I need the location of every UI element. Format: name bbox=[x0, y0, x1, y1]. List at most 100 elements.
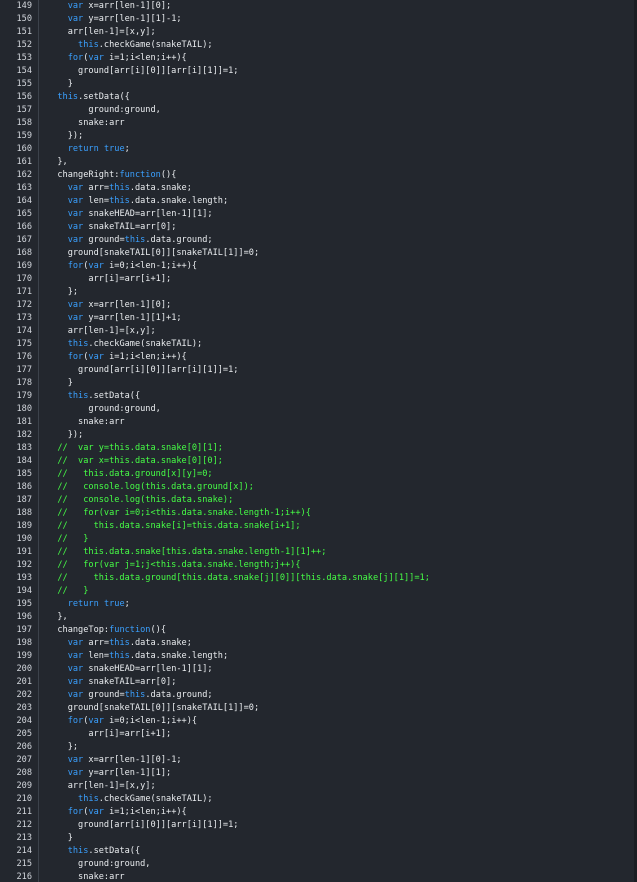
code-line[interactable]: 172 var x=arr[len-1][0]; bbox=[0, 299, 634, 312]
code-line[interactable]: 162 changeRight:function(){ bbox=[0, 169, 634, 182]
code-line[interactable]: 178 } bbox=[0, 377, 634, 390]
code-line[interactable]: 179 this.setData({ bbox=[0, 390, 634, 403]
line-code: // this.data.ground[this.data.snake[j][0… bbox=[47, 573, 430, 583]
code-line[interactable]: 188 // for(var i=0;i<this.data.snake.len… bbox=[0, 507, 634, 520]
code-line[interactable]: 202 var ground=this.data.ground; bbox=[0, 689, 634, 702]
code-line[interactable]: 173 var y=arr[len-1][1]+1; bbox=[0, 312, 634, 325]
line-code: ground:ground, bbox=[47, 859, 151, 869]
line-code: return true; bbox=[67, 144, 130, 154]
line-number: 179 bbox=[16, 391, 32, 401]
line-code: changeTop:function(){ bbox=[47, 625, 167, 635]
code-line[interactable]: 210 this.checkGame(snakeTAIL); bbox=[0, 793, 634, 806]
code-line[interactable]: 160 return true; bbox=[0, 143, 634, 156]
code-line[interactable]: 159 }); bbox=[0, 130, 634, 143]
line-number: 212 bbox=[16, 820, 32, 830]
code-line[interactable]: 165 var snakeHEAD=arr[len-1][1]; bbox=[0, 208, 634, 221]
line-code: // this.data.snake[this.data.snake.lengt… bbox=[47, 547, 327, 557]
code-line[interactable]: 170 arr[i]=arr[i+1]; bbox=[0, 273, 634, 286]
line-code: for(var i=0;i<len-1;i++){ bbox=[67, 261, 198, 271]
code-line[interactable]: 177 ground[arr[i][0]][arr[i][1]]=1; bbox=[0, 364, 634, 377]
line-number: 175 bbox=[16, 339, 32, 349]
line-code: var ground=this.data.ground; bbox=[67, 690, 213, 700]
code-line[interactable]: 191 // this.data.snake[this.data.snake.l… bbox=[0, 546, 634, 559]
code-line[interactable]: 161 }, bbox=[0, 156, 634, 169]
code-line[interactable]: 187 // console.log(this.data.snake); bbox=[0, 494, 634, 507]
line-number: 209 bbox=[16, 781, 32, 791]
code-line[interactable]: 193 // this.data.ground[this.data.snake[… bbox=[0, 572, 634, 585]
code-line[interactable]: 207 var x=arr[len-1][0]-1; bbox=[0, 754, 634, 767]
code-line[interactable]: 205 arr[i]=arr[i+1]; bbox=[0, 728, 634, 741]
line-code: arr[len-1]=[x,y]; bbox=[47, 27, 156, 37]
line-code: // this.data.snake[i]=this.data.snake[i+… bbox=[47, 521, 301, 531]
code-line[interactable]: 185 // this.data.ground[x][y]=0; bbox=[0, 468, 634, 481]
code-line[interactable]: 158 snake:arr bbox=[0, 117, 634, 130]
line-code: ground[snakeTAIL[0]][snakeTAIL[1]]=0; bbox=[47, 703, 260, 713]
code-line[interactable]: 180 ground:ground, bbox=[0, 403, 634, 416]
code-line[interactable]: 166 var snakeTAIL=arr[0]; bbox=[0, 221, 634, 234]
code-line[interactable]: 197 changeTop:function(){ bbox=[0, 624, 634, 637]
code-line[interactable]: 151 arr[len-1]=[x,y]; bbox=[0, 26, 634, 39]
code-editor[interactable]: 149 var x=arr[len-1][0]; 150 var y=arr[le… bbox=[0, 0, 637, 882]
code-line[interactable]: 149 var x=arr[len-1][0]; bbox=[0, 0, 634, 13]
code-line[interactable]: 196 }, bbox=[0, 611, 634, 624]
code-line[interactable]: 182 }); bbox=[0, 429, 634, 442]
code-line[interactable]: 203 ground[snakeTAIL[0]][snakeTAIL[1]]=0… bbox=[0, 702, 634, 715]
code-line[interactable]: 216 snake:arr bbox=[0, 871, 634, 882]
code-line[interactable]: 186 // console.log(this.data.ground[x]); bbox=[0, 481, 634, 494]
line-code: changeRight:function(){ bbox=[47, 170, 177, 180]
line-code: } bbox=[47, 378, 73, 388]
code-line[interactable]: 192 // for(var j=1;j<this.data.snake.len… bbox=[0, 559, 634, 572]
code-line[interactable]: 212 ground[arr[i][0]][arr[i][1]]=1; bbox=[0, 819, 634, 832]
code-line[interactable]: 199 var len=this.data.snake.length; bbox=[0, 650, 634, 663]
code-line[interactable]: 164 var len=this.data.snake.length; bbox=[0, 195, 634, 208]
code-line[interactable]: 167 var ground=this.data.ground; bbox=[0, 234, 634, 247]
code-line[interactable]: 155 } bbox=[0, 78, 634, 91]
line-number: 202 bbox=[16, 690, 32, 700]
code-line[interactable]: 190 // } bbox=[0, 533, 634, 546]
code-line[interactable]: 153 for(var i=1;i<len;i++){ bbox=[0, 52, 634, 65]
line-number: 159 bbox=[16, 131, 32, 141]
code-line[interactable]: 168 ground[snakeTAIL[0]][snakeTAIL[1]]=0… bbox=[0, 247, 634, 260]
code-line[interactable]: 183 // var y=this.data.snake[0][1]; bbox=[0, 442, 634, 455]
code-line[interactable]: 163 var arr=this.data.snake; bbox=[0, 182, 634, 195]
code-line[interactable]: 189 // this.data.snake[i]=this.data.snak… bbox=[0, 520, 634, 533]
code-line[interactable]: 213 } bbox=[0, 832, 634, 845]
code-line[interactable]: 208 var y=arr[len-1][1]; bbox=[0, 767, 634, 780]
line-code: snake:arr bbox=[47, 417, 125, 427]
code-line[interactable]: 184 // var x=this.data.snake[0][0]; bbox=[0, 455, 634, 468]
code-line[interactable]: 206 }; bbox=[0, 741, 634, 754]
line-number: 152 bbox=[16, 40, 32, 50]
code-line[interactable]: 175 this.checkGame(snakeTAIL); bbox=[0, 338, 634, 351]
code-line[interactable]: 195 return true; bbox=[0, 598, 634, 611]
code-line[interactable]: 174 arr[len-1]=[x,y]; bbox=[0, 325, 634, 338]
code-line[interactable]: 215 ground:ground, bbox=[0, 858, 634, 871]
code-line[interactable]: 211 for(var i=1;i<len;i++){ bbox=[0, 806, 634, 819]
line-number: 161 bbox=[16, 157, 32, 167]
code-line[interactable]: 169 for(var i=0;i<len-1;i++){ bbox=[0, 260, 634, 273]
line-code: ground[arr[i][0]][arr[i][1]]=1; bbox=[47, 66, 239, 76]
code-line[interactable]: 157 ground:ground, bbox=[0, 104, 634, 117]
line-number: 196 bbox=[16, 612, 32, 622]
line-code: this.setData({ bbox=[57, 92, 130, 102]
code-line[interactable]: 198 var arr=this.data.snake; bbox=[0, 637, 634, 650]
line-number: 191 bbox=[16, 547, 32, 557]
line-code: // console.log(this.data.ground[x]); bbox=[47, 482, 254, 492]
code-line[interactable]: 171 }; bbox=[0, 286, 634, 299]
code-line[interactable]: 150 var y=arr[len-1][1]-1; bbox=[0, 13, 634, 26]
line-code: ground:ground, bbox=[47, 105, 161, 115]
line-code: // var y=this.data.snake[0][1]; bbox=[47, 443, 223, 453]
code-line[interactable]: 152 this.checkGame(snakeTAIL); bbox=[0, 39, 634, 52]
code-line[interactable]: 209 arr[len-1]=[x,y]; bbox=[0, 780, 634, 793]
line-number: 210 bbox=[16, 794, 32, 804]
code-line[interactable]: 156 this.setData({ bbox=[0, 91, 634, 104]
code-line[interactable]: 201 var snakeTAIL=arr[0]; bbox=[0, 676, 634, 689]
code-line[interactable]: 176 for(var i=1;i<len;i++){ bbox=[0, 351, 634, 364]
line-number: 176 bbox=[16, 352, 32, 362]
code-line[interactable]: 194 // } bbox=[0, 585, 634, 598]
code-line[interactable]: 181 snake:arr bbox=[0, 416, 634, 429]
code-line[interactable]: 154 ground[arr[i][0]][arr[i][1]]=1; bbox=[0, 65, 634, 78]
code-line[interactable]: 200 var snakeHEAD=arr[len-1][1]; bbox=[0, 663, 634, 676]
line-code: ground[snakeTAIL[0]][snakeTAIL[1]]=0; bbox=[47, 248, 260, 258]
code-line[interactable]: 204 for(var i=0;i<len-1;i++){ bbox=[0, 715, 634, 728]
code-line[interactable]: 214 this.setData({ bbox=[0, 845, 634, 858]
